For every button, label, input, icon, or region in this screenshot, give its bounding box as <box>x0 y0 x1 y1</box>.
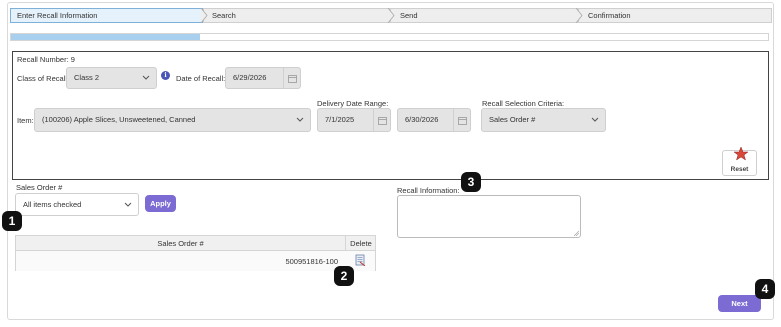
chevron-down-icon <box>296 109 304 140</box>
callout-marker: 3 <box>461 172 481 192</box>
recall-selection-criteria-value: Sales Order # <box>489 115 536 124</box>
wizard-step-label: Send <box>400 11 418 20</box>
delivery-date-range-label: Delivery Date Range: <box>317 99 389 108</box>
recall-information-label: Recall Information: <box>397 186 460 195</box>
next-button[interactable]: Next <box>718 295 761 312</box>
reset-label: Reset <box>730 166 749 173</box>
callout-marker: 4 <box>755 279 775 299</box>
recall-selection-criteria-select[interactable]: Sales Order # <box>481 108 606 132</box>
delivery-end-date-field[interactable]: 6/30/2026 <box>397 108 471 132</box>
wizard-step-enter-recall-information[interactable]: Enter Recall Information <box>10 8 203 23</box>
item-select[interactable]: (100206) Apple Slices, Unsweetened, Cann… <box>34 108 311 132</box>
column-header-sales-order: Sales Order # <box>157 239 204 248</box>
reset-button[interactable]: Reset <box>722 147 757 176</box>
date-of-recall-label: Date of Recall: <box>176 74 226 83</box>
sales-order-filter-label: Sales Order # <box>16 183 63 192</box>
recall-number: Recall Number: 9 <box>17 55 75 64</box>
table-row: 500951816-100 <box>16 251 375 271</box>
wizard-step-label: Enter Recall Information <box>17 11 98 20</box>
chevron-down-icon <box>124 194 132 223</box>
wizard-step-search[interactable]: Search <box>203 8 390 23</box>
sales-order-cell: 500951816-100 <box>285 257 338 266</box>
wizard-step-confirmation[interactable]: Confirmation <box>578 8 772 23</box>
sales-order-table: Sales Order # Delete 500951816-100 <box>15 235 376 271</box>
calendar-icon[interactable] <box>453 109 470 131</box>
wizard-step-send[interactable]: Send <box>390 8 578 23</box>
delivery-start-date-field[interactable]: 7/1/2025 <box>317 108 391 132</box>
step-separator-arrow-icon <box>575 8 583 23</box>
table-header: Sales Order # Delete <box>16 236 375 251</box>
class-of-recall-select[interactable]: Class 2 <box>66 67 157 89</box>
column-header-delete: Delete <box>345 236 376 251</box>
class-of-recall-value: Class 2 <box>74 73 100 82</box>
calendar-icon[interactable] <box>373 109 390 131</box>
resize-handle-icon[interactable] <box>573 230 579 236</box>
date-of-recall-field[interactable]: 6/29/2026 <box>225 67 301 89</box>
delete-icon[interactable] <box>354 254 366 268</box>
wizard-step-label: Search <box>212 11 236 20</box>
item-label: Item: <box>17 116 34 125</box>
date-of-recall-value: 6/29/2026 <box>233 73 267 82</box>
wizard-progress-fill <box>11 34 201 40</box>
recall-selection-criteria-label: Recall Selection Criteria: <box>482 99 565 108</box>
calendar-icon[interactable] <box>283 68 300 88</box>
wizard-step-label: Confirmation <box>588 11 631 20</box>
class-of-recall-label: Class of Recall: <box>17 74 70 83</box>
wizard-steps: Enter Recall Information Search Send Con… <box>10 8 772 23</box>
callout-marker: 1 <box>2 211 22 231</box>
delivery-start-date-value: 7/1/2025 <box>325 115 355 124</box>
callout-marker: 2 <box>334 266 354 286</box>
item-value: (100206) Apple Slices, Unsweetened, Cann… <box>42 115 196 124</box>
info-icon[interactable]: i <box>161 71 170 80</box>
sales-order-filter-value: All items checked <box>23 200 82 209</box>
wizard-progress-bar <box>10 33 769 41</box>
reset-star-icon <box>733 147 749 161</box>
apply-button[interactable]: Apply <box>145 195 176 212</box>
delivery-end-date-value: 6/30/2026 <box>405 115 439 124</box>
chevron-down-icon <box>591 109 599 140</box>
step-separator-arrow-icon <box>387 8 395 23</box>
sales-order-filter-select[interactable]: All items checked <box>15 193 139 216</box>
recall-information-textarea[interactable] <box>397 195 581 238</box>
chevron-down-icon <box>142 68 150 96</box>
step-separator-arrow-icon <box>200 8 208 23</box>
